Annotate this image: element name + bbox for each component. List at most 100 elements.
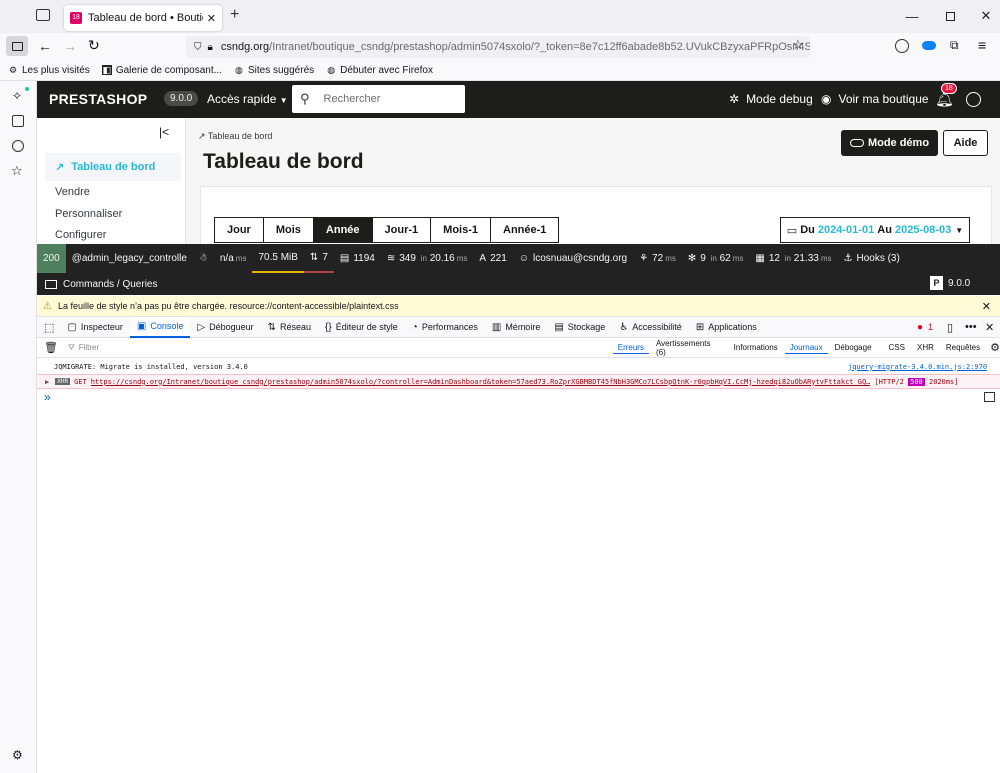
tab-style-editor[interactable]: {} Éditeur de style <box>318 317 405 338</box>
sf-version[interactable]: 9.0.0 <box>948 278 970 289</box>
demo-mode-button[interactable]: Mode démo <box>841 130 938 156</box>
status-code-badge[interactable]: 200 <box>37 244 66 273</box>
sf-requests[interactable]: ⇅ 7 <box>303 244 334 273</box>
request-url-link[interactable]: https://csndg.org/Intranet/boutique_csnd… <box>91 378 871 386</box>
close-tab-icon[interactable]: ✕ <box>207 12 216 25</box>
period-previous-day-button[interactable]: Jour-1 <box>372 218 432 242</box>
breadcrumb[interactable]: ↗ Tableau de bord <box>198 131 272 142</box>
more-options-icon[interactable]: ••• <box>965 321 977 333</box>
filter-logs[interactable]: Journaux <box>784 342 828 354</box>
synced-tabs-icon[interactable] <box>12 115 24 127</box>
sf-forms[interactable]: ▤ 1194 <box>334 244 381 273</box>
collapse-menu-icon[interactable]: |< <box>159 125 169 139</box>
cache-value: 349 <box>399 253 416 264</box>
expand-arrow-icon[interactable]: ▶ <box>45 378 49 386</box>
calendar-icon: ▭ <box>786 224 798 237</box>
split-console-icon[interactable] <box>984 392 995 402</box>
close-devtools-icon[interactable]: ✕ <box>985 321 994 334</box>
filter-xhr[interactable]: XHR <box>912 342 939 353</box>
filter-css[interactable]: CSS <box>884 342 910 353</box>
minimize-icon[interactable]: — <box>902 6 922 26</box>
bookmark-gallery[interactable]: ◧ Galerie de composant... <box>101 65 222 76</box>
tab-applications[interactable]: ⊞ Applications <box>689 317 764 338</box>
tab-list-icon[interactable] <box>36 9 50 21</box>
maximize-icon[interactable] <box>940 6 960 26</box>
url-bar[interactable]: ⛉ 🔒︎ csndg.org/Intranet/boutique_csndg/p… <box>186 36 810 58</box>
period-month-button[interactable]: Mois <box>263 218 314 242</box>
sf-twig[interactable]: ✻ 9 in 62 ms <box>682 244 750 273</box>
view-shop-link[interactable]: ◉ Voir ma boutique <box>821 92 929 106</box>
window-close-icon[interactable]: ✕ <box>976 6 996 26</box>
pick-element-icon[interactable]: ⬚ <box>44 321 54 334</box>
tab-performance[interactable]: ◔ Performances <box>405 317 485 338</box>
filter-requests[interactable]: Requêtes <box>941 342 985 353</box>
cloud-icon[interactable] <box>922 41 936 50</box>
help-button[interactable]: Aide <box>943 130 988 156</box>
filter-warnings[interactable]: Avertissements (6) <box>651 338 727 358</box>
bookmark-getting-started[interactable]: ◍ Débuter avec Firefox <box>326 65 433 76</box>
filter-debug[interactable]: Débogage <box>830 342 877 353</box>
filter-input[interactable]: Filtrer <box>79 343 612 352</box>
prestashop-favicon-icon: 18 <box>70 12 82 24</box>
sf-translations[interactable]: A 221 <box>473 244 512 273</box>
period-day-button[interactable]: Jour <box>215 218 264 242</box>
period-previous-month-button[interactable]: Mois-1 <box>431 218 491 242</box>
sf-controller[interactable]: @admin_legacy_controlle <box>66 244 193 273</box>
quick-access-dropdown[interactable]: Accès rapide ▼ <box>207 92 288 106</box>
sf-memory[interactable]: 70.5 MiB <box>252 244 304 273</box>
extension-icon[interactable] <box>895 39 909 53</box>
sf-time[interactable]: n/a ms <box>214 244 253 273</box>
error-indicator-icon[interactable]: ● <box>917 322 923 333</box>
console-prompt[interactable]: » <box>44 390 51 404</box>
console-error-line[interactable]: ▶ XHR GET https://csndg.org/Intranet/bou… <box>37 374 1000 389</box>
puzzle-icon[interactable]: ⧉ <box>950 38 959 53</box>
console-settings-icon[interactable]: ⚙ <box>990 341 1000 354</box>
sf-events[interactable]: ⚘ 72 ms <box>633 244 682 273</box>
tab-console[interactable]: ▣ Console <box>129 316 191 338</box>
trash-icon[interactable]: 🗑︎ <box>44 341 58 354</box>
period-year-button[interactable]: Année <box>313 218 373 242</box>
bookmark-star-icon[interactable]: ☆ <box>792 37 804 53</box>
ai-chatbot-icon[interactable]: ✧ <box>12 89 22 103</box>
menu-icon[interactable]: ≡ <box>978 37 986 53</box>
browser-tab[interactable]: 18 Tableau de bord • Boutique CSN ✕ <box>64 5 222 31</box>
dock-icon[interactable]: ▯ <box>947 321 953 334</box>
period-previous-year-button[interactable]: Année-1 <box>491 218 559 242</box>
back-arrow-icon[interactable]: ← <box>38 38 52 54</box>
bookmarks-icon[interactable]: ☆ <box>11 163 23 179</box>
sf-hooks[interactable]: ⚓︎ Hooks (3) <box>838 244 906 273</box>
tab-inspector[interactable]: ▢ Inspecteur <box>60 317 129 338</box>
debug-mode-link[interactable]: ✲ Mode debug <box>729 92 813 106</box>
reload-icon[interactable]: ↻ <box>88 37 100 54</box>
search-input[interactable]: ⚲ Rechercher <box>292 85 465 113</box>
menu-item-dashboard[interactable]: ↗ Tableau de bord <box>45 153 181 181</box>
prestashop-logo[interactable]: PRESTASHOP <box>49 91 147 107</box>
account-icon[interactable] <box>966 92 981 107</box>
tab-memory[interactable]: ▥ Mémoire <box>485 317 547 338</box>
bookmark-most-visited[interactable]: ⚙ Les plus visités <box>8 65 90 76</box>
tab-accessibility[interactable]: ♿︎ Accessibilité <box>612 317 689 338</box>
console-filter-bar: 🗑︎ ⛛ Filtrer Erreurs Avertissements (6) … <box>37 338 1000 358</box>
log-source-link[interactable]: jquery-migrate-3.4.0.min.js:2:970 <box>848 363 987 371</box>
error-count[interactable]: 1 <box>928 322 933 332</box>
sf-cache[interactable]: ≋ 349 in 20.16 ms <box>381 244 474 273</box>
customize-sidebar-icon[interactable]: ⚙ <box>12 748 23 762</box>
filter-errors[interactable]: Erreurs <box>612 342 649 354</box>
filter-info[interactable]: Informations <box>729 342 783 353</box>
close-warning-icon[interactable]: ✕ <box>982 300 991 313</box>
commands-queries-label[interactable]: Commands / Queries <box>63 279 157 290</box>
forward-arrow-icon[interactable]: → <box>63 38 77 54</box>
date-range-picker[interactable]: ▭ Du 2024-01-01 Au 2025-08-03 ▼ <box>780 217 970 243</box>
tab-debugger[interactable]: ▷ Débogueur <box>190 317 260 338</box>
tab-network[interactable]: ⇅ Réseau <box>261 317 318 338</box>
sf-user[interactable]: ☺ lcosnuau@csndg.org <box>513 244 633 273</box>
sidebar-toggle-icon[interactable] <box>6 36 28 56</box>
tab-storage[interactable]: ▤ Stockage <box>547 317 612 338</box>
new-tab-button[interactable]: + <box>230 6 239 24</box>
bookmark-suggested[interactable]: ◍ Sites suggérés <box>234 65 314 76</box>
lock-icon[interactable]: 🔒︎ <box>208 42 213 53</box>
history-icon[interactable] <box>12 140 24 152</box>
shield-icon[interactable]: ⛉ <box>194 42 202 53</box>
sf-database[interactable]: ▦ 12 in 21.33 ms <box>749 244 837 273</box>
tab-label: Applications <box>708 322 757 332</box>
